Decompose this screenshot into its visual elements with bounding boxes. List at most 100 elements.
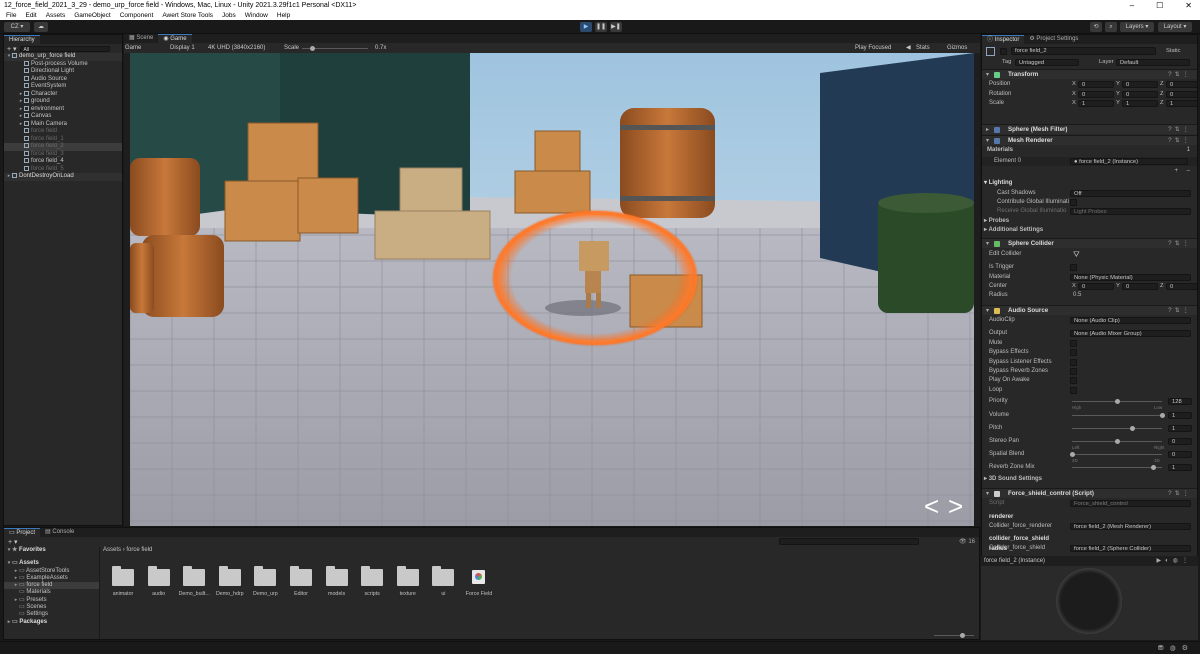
hierarchy-item[interactable]: ▸ environment — [4, 105, 122, 114]
volume-slider[interactable] — [1072, 413, 1165, 418]
cloud-icon[interactable]: ☁ — [34, 22, 48, 32]
stereo-slider[interactable] — [1072, 439, 1162, 444]
breadcrumb-force-field[interactable]: force field — [126, 547, 152, 553]
tab-inspector[interactable]: ⓘ Inspector — [982, 35, 1025, 44]
project-tree-item[interactable]: ▾ ▭ Assets — [4, 560, 99, 567]
resolution-dropdown[interactable]: 4K UHD (3840x2160) — [208, 43, 265, 53]
add-icon[interactable]: + ▾ — [7, 45, 17, 53]
menu-assets[interactable]: Assets — [46, 11, 66, 20]
folder-icon[interactable] — [218, 566, 241, 586]
project-search-input[interactable] — [779, 538, 919, 545]
game-viewport[interactable]: < > — [130, 53, 974, 526]
spatial-slider[interactable] — [1069, 452, 1162, 457]
folder-icon[interactable] — [325, 566, 348, 586]
close-button[interactable]: ✕ — [1185, 0, 1192, 11]
script-header[interactable]: ▾ Force_shield_control (Script) ?⇅⋮ — [982, 488, 1197, 498]
asset-label[interactable]: models — [317, 591, 357, 597]
tab-hierarchy[interactable]: Hierarchy — [4, 35, 40, 44]
element0-field[interactable]: ● force field_2 (Instance) — [1070, 158, 1188, 165]
collider-renderer-field[interactable]: force field_2 (Mesh Renderer) — [1070, 523, 1191, 530]
project-tree-item[interactable]: ▸ ▭ AssetStoreTools — [4, 568, 99, 575]
asset-label[interactable]: audio — [139, 591, 179, 597]
next-arrow-icon[interactable]: > — [948, 491, 963, 521]
hierarchy-item[interactable]: ▸ Main Camera — [4, 120, 122, 129]
breadcrumb-assets[interactable]: Assets — [103, 547, 121, 553]
project-tree-item[interactable]: ▸ ▭ ExampleAssets — [4, 575, 99, 582]
additional-settings-foldout[interactable]: ▸ Additional Settings — [984, 226, 1043, 235]
tab-scene[interactable]: ▦ Scene — [124, 34, 158, 43]
step-button[interactable]: ▶❚ — [610, 22, 622, 32]
audio-toggle-checkbox[interactable] — [1070, 386, 1077, 394]
radius-value[interactable]: 0.5 — [1073, 291, 1081, 300]
menu-help[interactable]: Help — [277, 11, 290, 20]
account-dropdown[interactable]: CZ ▾ — [4, 22, 30, 32]
audio-toggle-checkbox[interactable] — [1070, 367, 1077, 375]
sphere-collider-header[interactable]: ▾ Sphere Collider ?⇅⋮ — [982, 238, 1197, 248]
collider-material-field[interactable]: None (Physic Material) — [1070, 274, 1191, 281]
status-icons[interactable]: ⛃◍⚙ — [1158, 644, 1194, 652]
contribute-gi-checkbox[interactable] — [1070, 199, 1077, 206]
asset-label[interactable]: Force Field — [459, 591, 499, 597]
audio-source-header[interactable]: ▾ Audio Source ?⇅⋮ — [982, 305, 1197, 315]
folder-icon[interactable] — [112, 566, 134, 586]
priority-slider[interactable] — [1072, 399, 1162, 404]
menu-file[interactable]: File — [6, 11, 16, 20]
project-tree-item[interactable]: ▭ Materials — [4, 589, 99, 596]
preview-controls-icon[interactable]: ▶◐◍⋮ — [1157, 556, 1192, 566]
stereo-slider-knob[interactable] — [1114, 439, 1120, 444]
project-add-icon[interactable]: + ▾ — [8, 538, 18, 546]
menu-window[interactable]: Window — [245, 11, 268, 20]
hierarchy-item[interactable]: force field_2 — [4, 143, 122, 151]
mesh-filter-header[interactable]: ▸ Sphere (Mesh Filter) ?⇅⋮ — [982, 124, 1197, 134]
gizmos-toggle[interactable]: Gizmos — [947, 43, 967, 53]
layer-dropdown[interactable]: Default — [1116, 59, 1190, 66]
project-tree-item[interactable]: ▸ ▭ Packages — [4, 619, 99, 626]
pause-button[interactable]: ❚❚ — [595, 22, 607, 32]
audio-toggle-checkbox[interactable] — [1070, 377, 1077, 385]
transform-x-field[interactable]: 0 — [1078, 90, 1114, 98]
audio-toggle-checkbox[interactable] — [1070, 358, 1077, 366]
hierarchy-item[interactable]: Audio Source — [4, 75, 122, 84]
speaker-icon[interactable]: ◀ — [906, 43, 911, 53]
layers-dropdown[interactable]: Layers ▾ — [1120, 22, 1154, 32]
pitch-slider[interactable] — [1072, 426, 1162, 431]
edit-collider-button[interactable]: ⛛ — [1073, 250, 1080, 259]
folder-icon[interactable] — [361, 566, 384, 586]
transform-x-field[interactable]: 1 — [1078, 100, 1114, 107]
menu-gameobject[interactable]: GameObject — [74, 11, 111, 20]
layout-dropdown[interactable]: Layout ▾ — [1158, 22, 1192, 32]
hierarchy-item[interactable]: Directional Light — [4, 68, 122, 76]
asset-label[interactable]: animator — [103, 591, 143, 597]
tab-project-settings[interactable]: ⚙ Project Settings — [1024, 35, 1083, 44]
project-tree-item[interactable]: ▸ ▭ Presets — [4, 597, 99, 604]
hierarchy-item[interactable]: force field — [4, 128, 122, 136]
add-material-button[interactable]: + — [1174, 167, 1178, 176]
collider-shield-field[interactable]: force field_2 (Sphere Collider) — [1070, 545, 1191, 552]
menu-component[interactable]: Component — [120, 11, 154, 20]
transform-x-field[interactable]: 0 — [1078, 81, 1114, 88]
output-field[interactable]: None (Audio Mixer Group) — [1070, 330, 1191, 337]
menu-asset-store-tools[interactable]: Awert Store Tools — [162, 11, 213, 20]
transform-header[interactable]: ▾ Transform ?⇅⋮ — [982, 69, 1197, 79]
asset-label[interactable]: Demo_built... — [174, 591, 214, 597]
folder-icon[interactable] — [396, 566, 419, 586]
project-tree-item[interactable]: ▾ ★ Favorites — [4, 547, 99, 554]
icon-size-knob[interactable] — [960, 633, 965, 638]
hierarchy-item[interactable]: ▸ Character — [4, 90, 122, 99]
transform-z-field[interactable]: 0 — [1166, 81, 1197, 88]
audio-toggle-checkbox[interactable] — [1070, 340, 1077, 347]
icon-size-slider[interactable] — [934, 633, 974, 638]
folder-icon[interactable] — [183, 566, 206, 586]
asset-label[interactable]: Demo_urp — [245, 591, 285, 597]
search-icon[interactable]: ⌕ — [1105, 22, 1117, 32]
hierarchy-item[interactable]: force field_1 — [4, 135, 122, 144]
menu-jobs[interactable]: Jobs — [222, 11, 236, 20]
audio-toggle-checkbox[interactable] — [1070, 349, 1077, 357]
mesh-renderer-header[interactable]: ▾ Mesh Renderer ?⇅⋮ — [982, 135, 1197, 145]
asset-label[interactable]: Demo_hdrp — [210, 591, 250, 597]
display-dropdown[interactable]: Display 1 — [170, 43, 195, 53]
hierarchy-item[interactable]: ▾ demo_urp_force field — [4, 53, 122, 61]
asset-label[interactable]: ui — [423, 591, 463, 597]
tab-game[interactable]: ◉ Game — [158, 34, 192, 43]
tag-dropdown[interactable]: Untagged — [1015, 59, 1079, 66]
